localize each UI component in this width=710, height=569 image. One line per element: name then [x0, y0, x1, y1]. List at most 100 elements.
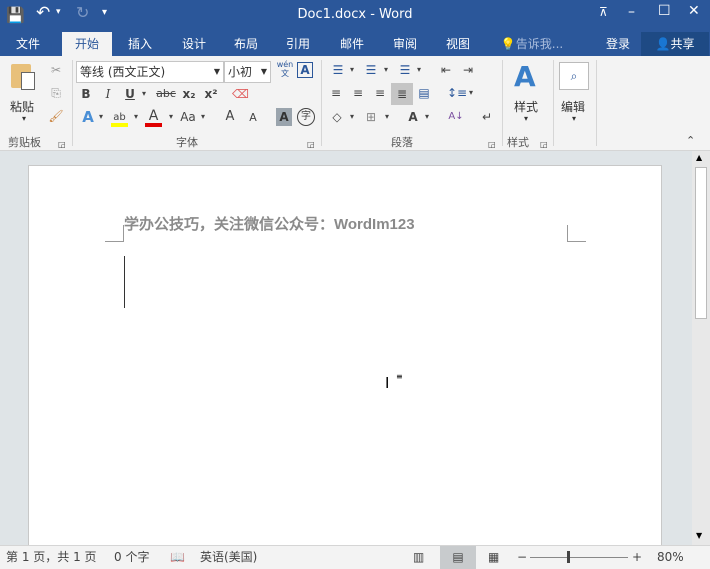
multilevel-list-icon[interactable]: ☰	[395, 61, 415, 79]
collapse-ribbon-icon[interactable]: ⌃	[686, 132, 695, 150]
web-layout-icon[interactable]: ▦	[488, 546, 499, 568]
minimize-icon[interactable]: –	[628, 4, 635, 20]
sign-in-link[interactable]: 登录	[600, 32, 636, 56]
format-painter-icon[interactable]: 🖌	[47, 107, 65, 125]
align-center-icon[interactable]: ≡	[349, 84, 367, 102]
phonetic-guide-button[interactable]: wén 文	[275, 60, 295, 78]
align-left-icon[interactable]: ≡	[327, 84, 345, 102]
shading-dropdown-icon[interactable]: ▾	[348, 108, 356, 126]
borders-dropdown-icon[interactable]: ▾	[383, 108, 391, 126]
editing-dropdown-icon[interactable]: ▾	[572, 114, 576, 123]
numbering-icon[interactable]: ☰	[361, 61, 381, 79]
text-effects-dropdown-icon[interactable]: ▾	[97, 108, 105, 126]
highlight-dropdown-icon[interactable]: ▾	[132, 108, 140, 126]
tab-layout[interactable]: 布局	[222, 32, 270, 56]
scroll-down-icon[interactable]: ▼	[696, 531, 702, 540]
styles-button-label: 样式	[514, 100, 539, 114]
styles-group-label: 样式	[507, 136, 529, 149]
strikethrough-button[interactable]: abc	[154, 85, 178, 103]
styles-dropdown-icon[interactable]: ▾	[524, 114, 528, 123]
text-effects-icon[interactable]: A	[80, 108, 96, 126]
shading-icon[interactable]: ◇	[328, 108, 346, 126]
zoom-in-icon[interactable]: +	[632, 546, 642, 568]
grow-font-button[interactable]: A	[222, 108, 238, 126]
align-right-icon[interactable]: ≡	[371, 84, 389, 102]
ribbon-display-options-icon[interactable]: ⊼	[599, 5, 608, 19]
tab-home[interactable]: 开始	[62, 32, 112, 56]
zoom-slider[interactable]	[530, 557, 628, 558]
tab-insert[interactable]: 插入	[116, 32, 164, 56]
tab-review[interactable]: 审阅	[381, 32, 429, 56]
borders-icon[interactable]: ⊞	[362, 108, 380, 126]
font-name-select[interactable]: 等线 (西文正文) ▼	[76, 61, 224, 83]
line-spacing-dropdown-icon[interactable]: ▾	[467, 84, 475, 102]
zoom-slider-thumb[interactable]	[567, 551, 570, 563]
font-color-dropdown-icon[interactable]: ▾	[167, 108, 175, 126]
clipboard-group-label: 剪贴板	[8, 136, 41, 149]
italic-button[interactable]: I	[100, 85, 116, 103]
line-spacing-icon[interactable]: ↕≡	[447, 84, 467, 102]
font-color-button[interactable]: A	[145, 108, 162, 127]
numbering-dropdown-icon[interactable]: ▾	[382, 61, 390, 79]
subscript-button[interactable]: x₂	[180, 85, 198, 103]
proofing-icon[interactable]: 📖	[170, 546, 185, 568]
superscript-button[interactable]: x²	[202, 85, 220, 103]
language-indicator[interactable]: 英语(美国)	[200, 546, 257, 568]
tell-me-search[interactable]: 💡告诉我...	[496, 32, 568, 56]
change-case-button[interactable]: Aa	[178, 108, 198, 126]
decrease-indent-icon[interactable]: ⇤	[436, 61, 456, 79]
increase-indent-icon[interactable]: ⇥	[458, 61, 478, 79]
show-formatting-marks-icon[interactable]: ↵	[478, 108, 496, 126]
word-count[interactable]: 0 个字	[114, 546, 149, 568]
character-shading-button[interactable]: A	[276, 108, 292, 126]
styles-icon: A	[514, 60, 536, 93]
editing-button[interactable]: ⌕ 编辑 ▾	[558, 60, 592, 128]
distributed-icon[interactable]: ▤	[415, 84, 433, 102]
share-button[interactable]: 👤共享	[641, 32, 709, 56]
scrollbar-thumb[interactable]	[695, 167, 707, 319]
shrink-font-button[interactable]: A	[245, 109, 261, 127]
vertical-scrollbar[interactable]: ▲ ▼	[692, 151, 710, 545]
paste-button[interactable]: 粘贴 ▾	[6, 60, 42, 128]
tab-design[interactable]: 设计	[170, 32, 218, 56]
clear-formatting-icon[interactable]: ⌫	[232, 85, 249, 103]
underline-button[interactable]: U	[122, 85, 138, 103]
copy-icon[interactable]: ⎘	[47, 84, 65, 102]
read-mode-icon[interactable]: ▥	[413, 546, 424, 568]
font-size-select[interactable]: 小初 ▼	[224, 61, 271, 83]
change-case-dropdown-icon[interactable]: ▾	[199, 108, 207, 126]
maximize-icon[interactable]: ☐	[658, 3, 671, 19]
cut-icon[interactable]: ✂	[47, 61, 65, 79]
tab-references[interactable]: 引用	[274, 32, 322, 56]
asian-layout-dropdown-icon[interactable]: ▾	[423, 108, 431, 126]
multilevel-dropdown-icon[interactable]: ▾	[415, 61, 423, 79]
justify-icon[interactable]: ≣	[391, 83, 413, 105]
tab-file[interactable]: 文件	[4, 32, 52, 56]
ribbon: 粘贴 ▾ ✂ ⎘ 🖌 剪贴板 ◲ 等线 (西文正文) ▼ 小初 ▼ wén 文 A B…	[0, 56, 710, 151]
enclose-characters-button[interactable]: 字	[297, 108, 315, 126]
document-page[interactable]: 学办公技巧，关注微信公众号：WordIm123 I ≡	[28, 165, 662, 565]
asian-layout-icon[interactable]: A	[403, 108, 423, 126]
scroll-up-icon[interactable]: ▲	[696, 153, 702, 162]
paste-label: 粘贴	[10, 100, 35, 114]
styles-button[interactable]: A 样式 ▾	[508, 60, 548, 128]
paste-dropdown-icon[interactable]: ▾	[22, 114, 26, 123]
underline-dropdown-icon[interactable]: ▾	[140, 85, 148, 103]
zoom-level[interactable]: 80%	[657, 546, 684, 568]
person-icon: 👤	[655, 37, 671, 51]
tab-view[interactable]: 视图	[434, 32, 482, 56]
close-icon[interactable]: ✕	[688, 3, 700, 19]
bold-button[interactable]: B	[78, 85, 94, 103]
paragraph-group-label: 段落	[391, 136, 413, 149]
editing-button-label: 编辑	[561, 100, 586, 114]
bullets-dropdown-icon[interactable]: ▾	[348, 61, 356, 79]
print-layout-icon[interactable]: ▤	[440, 546, 476, 569]
highlight-button[interactable]: ab	[111, 109, 128, 127]
bullets-icon[interactable]: ☰	[328, 61, 348, 79]
sort-icon[interactable]: A↓	[447, 108, 465, 126]
tab-mailings[interactable]: 邮件	[328, 32, 376, 56]
zoom-out-icon[interactable]: −	[517, 546, 527, 568]
page-count[interactable]: 第 1 页，共 1 页	[6, 546, 97, 568]
character-border-button[interactable]: A	[297, 62, 313, 78]
font-group-label: 字体	[176, 136, 198, 149]
